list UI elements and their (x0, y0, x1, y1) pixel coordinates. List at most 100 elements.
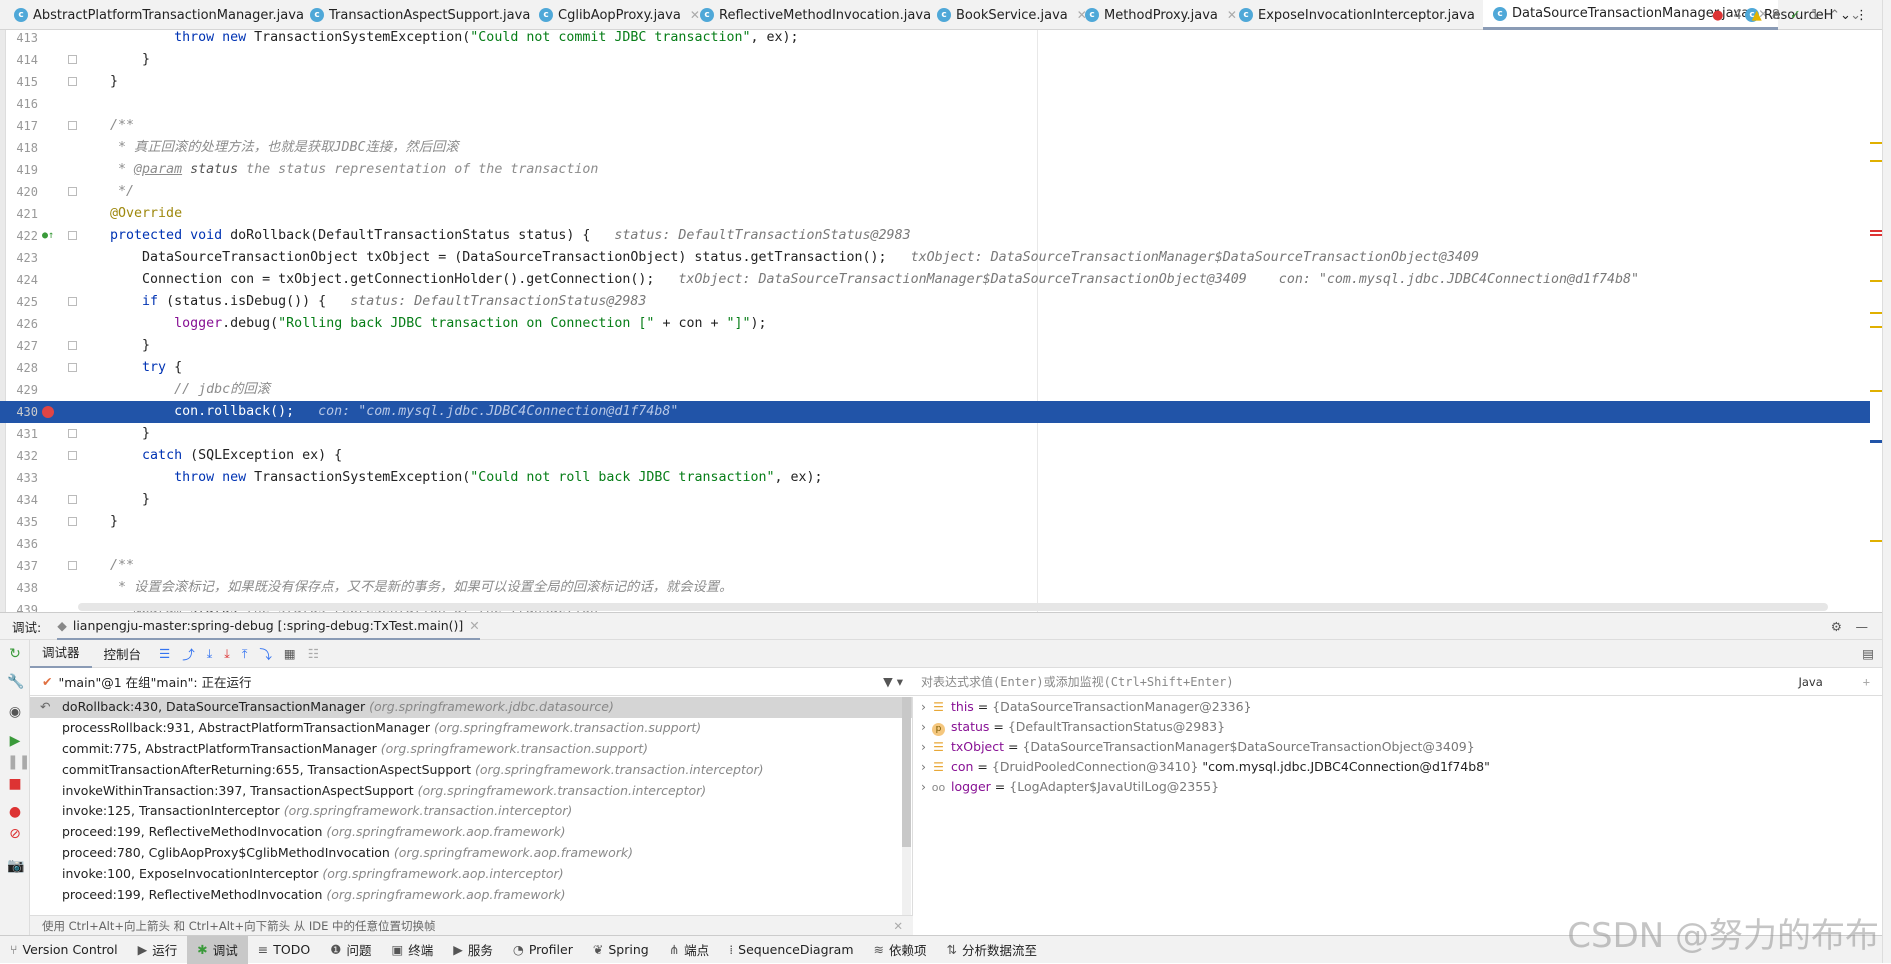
fold-marker-icon[interactable] (68, 341, 77, 350)
gear-icon[interactable]: ⚙ (1831, 619, 1842, 634)
tab-debugger[interactable]: 调试器 (30, 640, 92, 668)
fold-marker-icon[interactable] (68, 231, 77, 240)
code-line[interactable]: 416 (0, 93, 1870, 115)
step-into-icon[interactable]: ⤓ (218, 646, 236, 662)
language-dropdown[interactable]: Java (1798, 675, 1822, 689)
stack-frame[interactable]: invokeWithinTransaction:397, Transaction… (30, 781, 912, 802)
code-line[interactable]: 422 ●↑ protected void doRollback(DefaultT… (0, 225, 1870, 247)
layout-options-icon[interactable]: ▤ (1862, 646, 1874, 661)
code-line[interactable]: 438 * 设置会滚标记，如果既没有保存点，又不是新的事务，如果可以设置全局的回… (0, 577, 1870, 599)
filter-icon[interactable]: ▼ ▾ (883, 674, 903, 689)
expand-chevron-icon[interactable]: › (921, 777, 926, 797)
tool-window-button[interactable]: ⋔ 端点 (659, 936, 720, 964)
tool-window-button[interactable]: ≡ TODO (248, 936, 320, 964)
tool-window-button[interactable]: ❶ 问题 (320, 936, 381, 964)
tool-window-button[interactable]: ▶ 运行 (128, 936, 188, 964)
stack-frame[interactable]: commit:775, AbstractPlatformTransactionM… (30, 739, 912, 760)
code-line[interactable]: 419 * @param status the status represent… (0, 159, 1870, 181)
trace-icon[interactable]: ☷ (302, 646, 325, 661)
expand-chevron-icon[interactable]: › (921, 737, 926, 757)
code-line[interactable]: 424 Connection con = txObject.getConnect… (0, 269, 1870, 291)
editor-tab[interactable]: c CglibAopProxy.java ✕ (539, 0, 700, 30)
code-line[interactable]: 426 logger.debug("Rolling back JDBC tran… (0, 313, 1870, 335)
resume-icon[interactable]: ▶ (7, 733, 23, 749)
stack-frame[interactable]: invoke:125, TransactionInterceptor (org.… (30, 801, 912, 822)
close-icon[interactable]: ✕ (1227, 8, 1237, 22)
close-icon[interactable]: ✕ (893, 916, 903, 936)
fold-marker-icon[interactable] (68, 495, 77, 504)
close-icon[interactable]: ✕ (469, 618, 479, 633)
editor-tab[interactable]: c MethodProxy.java ✕ (1085, 0, 1237, 30)
eye-icon[interactable]: ◉ (7, 704, 23, 720)
expand-chevron-icon[interactable]: › (921, 757, 926, 777)
code-line[interactable]: 418 * 真正回滚的处理方法，也就是获取JDBC连接，然后回滚 (0, 137, 1870, 159)
add-watch-icon[interactable]: + (1863, 675, 1870, 689)
step-over-icon[interactable]: ⤓ (201, 646, 219, 662)
horizontal-scrollbar[interactable] (78, 603, 1828, 611)
variable-row[interactable]: › ☰ this = {DataSourceTransactionManager@2… (913, 697, 1882, 717)
run-to-cursor-icon[interactable]: ⤵ (253, 644, 278, 663)
tool-window-button[interactable]: ❦ Spring (583, 936, 659, 964)
tab-console[interactable]: 控制台 (92, 644, 154, 663)
stack-frame[interactable]: commitTransactionAfterReturning:655, Tra… (30, 760, 912, 781)
tool-window-button[interactable]: ≋ 依赖项 (864, 936, 937, 964)
fold-marker-icon[interactable] (68, 121, 77, 130)
stack-frame[interactable]: proceed:199, ReflectiveMethodInvocation … (30, 822, 912, 843)
layout-icon[interactable]: ☰ (153, 646, 176, 661)
minimize-icon[interactable]: — (1856, 619, 1869, 634)
thread-selector[interactable]: ✔ "main"@1 在组"main": 正在运行 ▼ ▾ (30, 668, 913, 696)
code-line[interactable]: 437 /** (0, 555, 1870, 577)
fold-marker-icon[interactable] (68, 297, 77, 306)
fold-marker-icon[interactable] (68, 363, 77, 372)
code-line[interactable]: 425 if (status.isDebug()) { status: Defa… (0, 291, 1870, 313)
editor-tab[interactable]: c BookService.java ✕ (937, 0, 1087, 30)
editor-tab[interactable]: c AbstractPlatformTransactionManager.java… (14, 0, 323, 30)
show-execution-point-icon[interactable]: ⤴ (176, 644, 201, 663)
view-breakpoints-icon[interactable]: ● (7, 804, 23, 820)
editor-tab[interactable]: cReflectiveMethodInvocation.java✕ (700, 0, 950, 30)
fold-marker-icon[interactable] (68, 561, 77, 570)
error-stripe[interactable] (1868, 30, 1882, 612)
tool-window-button[interactable]: ✱ 调试 (187, 935, 248, 964)
chevron-up-icon[interactable]: ⌃ (1829, 8, 1840, 23)
editor-tab[interactable]: cExposeInvocationInterceptor.java✕ (1239, 0, 1494, 30)
expand-chevron-icon[interactable]: › (921, 717, 926, 737)
code-line[interactable]: 421 @Override (0, 203, 1870, 225)
tool-window-button[interactable]: ⇅ 分析数据流至 (937, 936, 1048, 964)
code-line[interactable]: 420 */ (0, 181, 1870, 203)
code-line[interactable]: 429 // jdbc的回滚 (0, 379, 1870, 401)
stop-icon[interactable]: ■ (7, 776, 23, 792)
code-line[interactable]: 415 } (0, 71, 1870, 93)
evaluate-icon[interactable]: ▦ (278, 646, 302, 661)
variable-row[interactable]: › ☰ txObject = {DataSourceTransactionManag… (913, 737, 1882, 757)
stack-frame[interactable]: ↶ doRollback:430, DataSourceTransactionMa… (30, 697, 912, 718)
tool-window-button[interactable]: ▣ 终端 (381, 936, 443, 964)
fold-marker-icon[interactable] (68, 55, 77, 64)
close-icon[interactable]: ✕ (690, 8, 700, 22)
fold-marker-icon[interactable] (68, 429, 77, 438)
pause-icon[interactable]: ❚❚ (7, 754, 30, 770)
variable-row[interactable]: › oo logger = {LogAdapter$JavaUtilLog@2355… (913, 777, 1882, 797)
tool-window-button[interactable]: ◔ Profiler (503, 936, 583, 964)
code-line[interactable]: 434 } (0, 489, 1870, 511)
rerun-icon[interactable]: ↻ (7, 646, 23, 662)
fold-marker-icon[interactable] (68, 77, 77, 86)
tool-window-button[interactable]: ▶ 服务 (443, 936, 503, 964)
wrench-icon[interactable]: 🔧 (7, 674, 24, 690)
inspection-widget[interactable]: ● 4 ▲ 8 ✓ 1 ⌃ ⌄ (1712, 8, 1861, 23)
code-line[interactable]: 413 throw new TransactionSystemException… (0, 30, 1870, 49)
camera-icon[interactable]: 📷 (7, 858, 24, 874)
fold-marker-icon[interactable] (68, 517, 77, 526)
variable-row[interactable]: › p status = {DefaultTransactionStatus@298… (913, 717, 1882, 737)
code-editor[interactable]: 413 throw new TransactionSystemException… (0, 30, 1891, 612)
code-line[interactable]: 428 try { (0, 357, 1870, 379)
tool-window-button[interactable]: ⑂ Version Control (0, 936, 128, 964)
chevron-down-icon[interactable]: ⌄ (1850, 8, 1861, 23)
breakpoint-icon[interactable] (42, 406, 54, 418)
debug-session-tab[interactable]: ◆ lianpengju-master:spring-debug [:sprin… (57, 612, 480, 640)
current-execution-line[interactable]: 430 con.rollback(); con: "com.mysql.jdbc… (0, 401, 1870, 423)
stack-frame[interactable]: proceed:780, CglibAopProxy$CglibMethodIn… (30, 843, 912, 864)
fold-marker-icon[interactable] (68, 187, 77, 196)
mute-breakpoints-icon[interactable]: ⊘ (7, 826, 23, 842)
code-line[interactable]: 427 } (0, 335, 1870, 357)
